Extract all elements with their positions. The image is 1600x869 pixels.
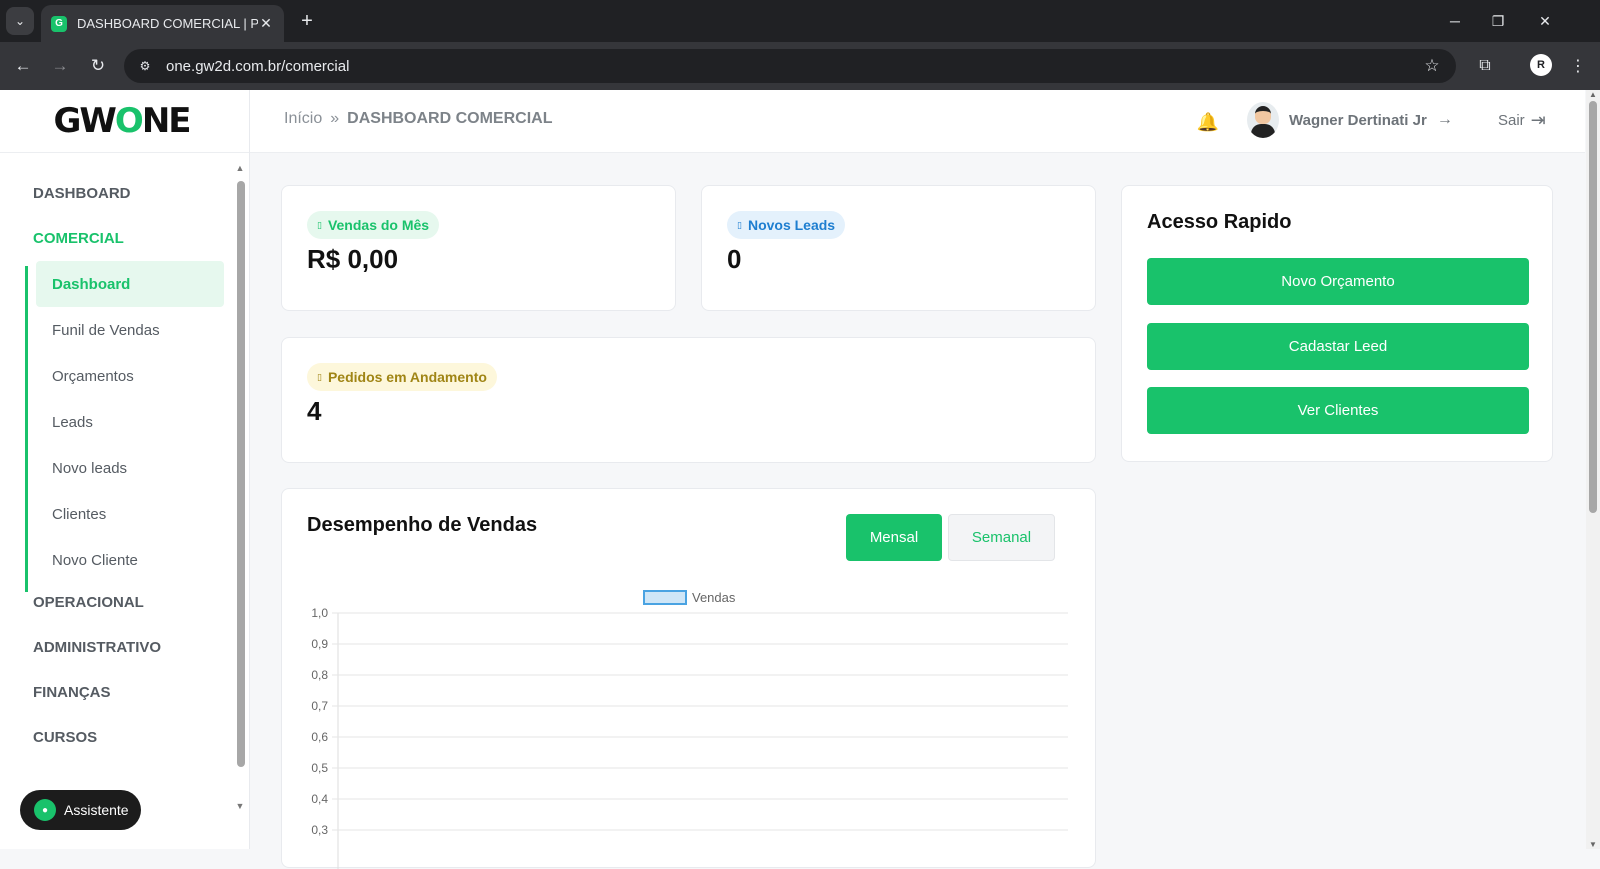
sidebar-item-orcamentos[interactable]: Orçamentos [36, 353, 224, 399]
y-tick-label: 0,4 [311, 792, 328, 806]
browser-menu-icon[interactable]: ⋮ [1564, 52, 1592, 80]
novo-orcamento-button[interactable]: Novo Orçamento [1147, 258, 1529, 305]
browser-tab[interactable]: G DASHBOARD COMERCIAL | Port ✕ [41, 5, 284, 42]
y-tick-label: 0,7 [311, 699, 328, 713]
restore-icon: ❐ [1491, 12, 1505, 29]
site-favicon-icon: G [51, 15, 67, 32]
reload-icon: ↻ [90, 56, 106, 75]
plus-icon: + [301, 9, 313, 32]
scroll-up-icon[interactable]: ▲ [235, 163, 245, 175]
sidebar: GWONE DASHBOARD COMERCIAL Dashboard Funi… [0, 90, 250, 849]
minimize-button[interactable]: ─ [1440, 8, 1470, 34]
sidebar-item-novo-cliente[interactable]: Novo Cliente [36, 537, 224, 583]
gwone-logo[interactable]: GWONE [53, 101, 191, 141]
status-badge: ▯ Vendas do Mês [307, 211, 440, 239]
breadcrumb-home[interactable]: Início [284, 110, 322, 128]
user-menu[interactable]: Wagner Dertinati Jr → [1247, 102, 1453, 138]
menu-section-comercial[interactable]: COMERCIAL [33, 230, 124, 247]
sales-value: R$ 0,00 [307, 244, 399, 274]
menu-section-dashboard[interactable]: DASHBOARD [33, 185, 131, 202]
topbar: Início » DASHBOARD COMERCIAL 🔔 Wagner De… [250, 90, 1585, 153]
tab-search-button[interactable]: ⌄ [6, 7, 34, 35]
restore-button[interactable]: ❐ [1483, 8, 1513, 34]
menu-section-cursos[interactable]: CURSOS [33, 729, 97, 746]
menu-section-financas[interactable]: FINANÇAS [33, 684, 111, 701]
scroll-down-icon[interactable]: ▼ [1586, 840, 1600, 849]
user-name: Wagner Dertinati Jr [1289, 111, 1427, 129]
legend-label: Vendas [692, 590, 736, 605]
card-desempenho-de-vendas: Desempenho de Vendas Mensal Semanal Vend… [281, 488, 1096, 869]
arrow-right-icon: → [51, 56, 69, 75]
minimize-icon: ─ [1450, 13, 1460, 29]
url-text: one.gw2d.com.br/comercial [166, 57, 350, 75]
logout-button[interactable]: Sair ⇥ [1498, 110, 1546, 131]
page-title: DASHBOARD COMERCIAL [347, 110, 553, 127]
quick-access-title: Acesso Rapido [1147, 211, 1292, 233]
back-button[interactable]: ← [9, 52, 37, 80]
comercial-submenu: Dashboard Funil de Vendas Orçamentos Lea… [25, 261, 224, 592]
avatar [1247, 102, 1279, 138]
breadcrumb-separator: » [330, 110, 340, 127]
close-window-button[interactable]: ✕ [1530, 8, 1560, 34]
y-tick-label: 0,8 [311, 668, 328, 682]
arrow-right-icon: → [1436, 111, 1453, 128]
y-tick-label: 0,9 [311, 637, 328, 651]
app-root: GWONE DASHBOARD COMERCIAL Dashboard Funi… [0, 90, 1600, 869]
leads-value: 0 [727, 244, 742, 274]
tab-title: DASHBOARD COMERCIAL | Port [77, 16, 258, 31]
main-scrollbar[interactable]: ▲ ▼ [1586, 90, 1600, 849]
assistant-label: Assistente [64, 802, 129, 818]
close-icon[interactable]: ✕ [258, 15, 274, 32]
cadastrar-lead-button[interactable]: Cadastar Leed [1147, 323, 1529, 370]
orders-value: 4 [307, 396, 322, 426]
arrow-left-icon: ← [14, 56, 32, 75]
site-settings-icon[interactable]: ⚙ [136, 57, 154, 75]
logo-area: GWONE [0, 90, 249, 153]
scroll-up-icon[interactable]: ▲ [1586, 90, 1600, 99]
status-badge: ▯ Novos Leads [727, 211, 846, 239]
menu-section-administrativo[interactable]: ADMINISTRATIVO [33, 639, 161, 656]
sidebar-scroll-thumb[interactable] [237, 181, 245, 767]
chevron-down-icon: ⌄ [14, 14, 26, 28]
y-tick-label: 0,3 [311, 823, 328, 837]
assistant-button[interactable]: ● Assistente [20, 790, 141, 830]
extensions-icon[interactable]: ⧉ [1471, 52, 1499, 80]
chart-icon: ▯ [317, 219, 322, 230]
sidebar-item-dashboard[interactable]: Dashboard [36, 261, 224, 307]
ver-clientes-button[interactable]: Ver Clientes [1147, 387, 1529, 434]
sales-chart: Vendas 1,0 0,9 0,8 0,7 0,6 0,5 0,4 0,3 [311, 590, 1068, 869]
card-pedidos-em-andamento: ▯ Pedidos em Andamento 4 [281, 337, 1096, 463]
reload-button[interactable]: ↻ [84, 52, 112, 80]
breadcrumb: Início » DASHBOARD COMERCIAL [284, 110, 552, 128]
menu-section-operacional[interactable]: OPERACIONAL [33, 594, 144, 611]
sidebar-item-leads[interactable]: Leads [36, 399, 224, 445]
new-tab-button[interactable]: + [294, 8, 320, 34]
status-badge: ▯ Pedidos em Andamento [307, 363, 497, 391]
close-window-icon: ✕ [1539, 12, 1551, 29]
forward-button[interactable]: → [46, 52, 74, 80]
logout-label: Sair [1498, 112, 1525, 129]
browser-tab-strip: ⌄ G DASHBOARD COMERCIAL | Port ✕ + ─ ❐ ✕ [0, 0, 1600, 42]
card-vendas-do-mes: ▯ Vendas do Mês R$ 0,00 [281, 185, 676, 311]
scroll-down-icon[interactable]: ▼ [235, 801, 245, 813]
sidebar-item-funil-de-vendas[interactable]: Funil de Vendas [36, 307, 224, 353]
sidebar-item-clientes[interactable]: Clientes [36, 491, 224, 537]
notification-bell-icon[interactable]: 🔔 [1194, 108, 1222, 136]
legend-swatch [643, 590, 687, 605]
y-tick-label: 0,5 [311, 761, 328, 775]
user-plus-icon: ▯ [737, 219, 742, 230]
main-scroll-thumb[interactable] [1589, 101, 1597, 513]
y-tick-label: 0,6 [311, 730, 328, 744]
bookmark-star-icon[interactable]: ☆ [1418, 56, 1446, 76]
address-bar[interactable]: ⚙ one.gw2d.com.br/comercial ☆ [124, 49, 1456, 83]
chat-bubble-icon: ● [34, 799, 56, 821]
card-novos-leads: ▯ Novos Leads 0 [701, 185, 1096, 311]
card-acesso-rapido: Acesso Rapido Novo Orçamento Cadastar Le… [1121, 185, 1553, 462]
sidebar-scrollbar[interactable]: ▲ ▼ [235, 163, 245, 813]
logout-icon: ⇥ [1530, 110, 1546, 130]
y-tick-label: 1,0 [311, 606, 328, 620]
profile-avatar[interactable]: R [1530, 54, 1552, 76]
clipboard-icon: ▯ [317, 371, 322, 382]
sidebar-item-novo-leads[interactable]: Novo leads [36, 445, 224, 491]
